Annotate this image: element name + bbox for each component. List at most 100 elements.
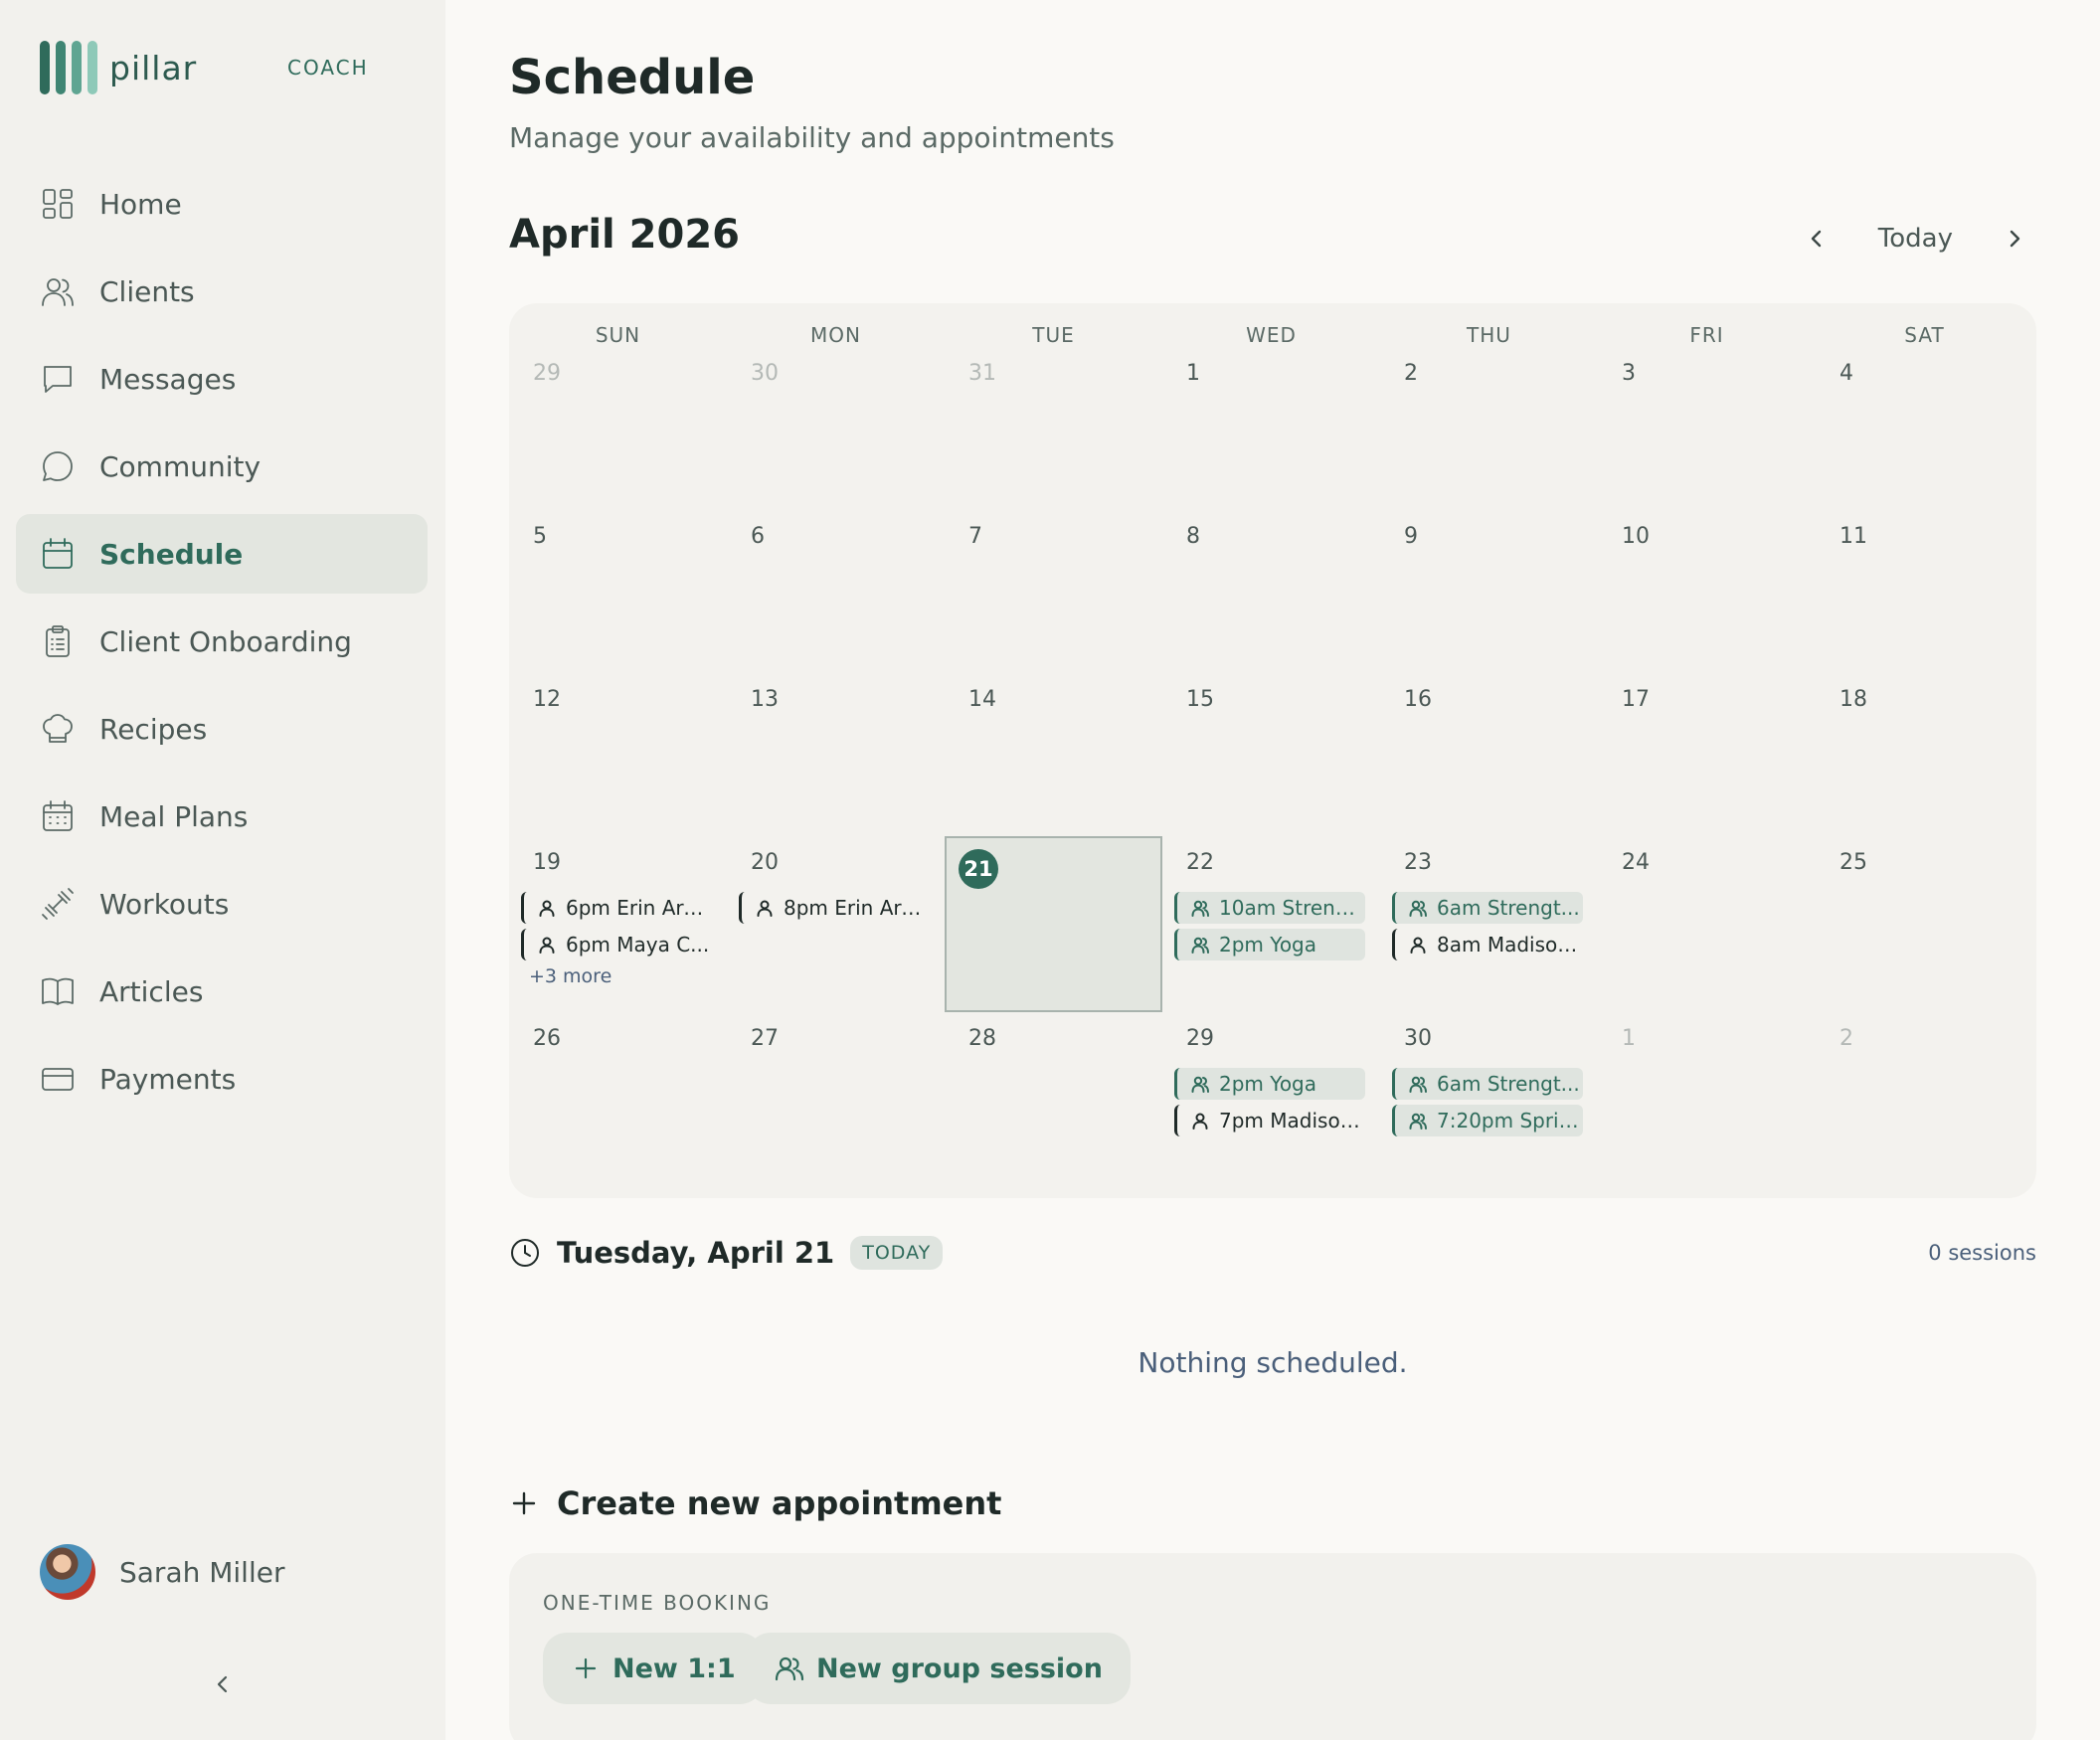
user-icon	[757, 900, 773, 917]
page-title: Schedule	[509, 50, 756, 105]
sidebar-item-payments[interactable]: Payments	[16, 1039, 428, 1119]
calendar-day[interactable]: 24	[1598, 836, 1816, 1012]
calendar-day[interactable]: 22 10am Strengt... 2pm Yoga	[1162, 836, 1380, 1012]
weekday-header: SUN	[595, 323, 641, 347]
day-number: 1	[1622, 1026, 1636, 1051]
more-events-link[interactable]: +3 more	[529, 965, 612, 987]
calendar-day[interactable]: 1	[1598, 1012, 1816, 1171]
sidebar-item-community[interactable]: Community	[16, 427, 428, 506]
user-name: Sarah Miller	[119, 1555, 285, 1589]
calendar-day[interactable]: 29	[509, 347, 727, 510]
day-number: 27	[751, 1026, 779, 1051]
users-icon	[1191, 1076, 1209, 1093]
new-one-on-one-button[interactable]: New 1:1	[543, 1633, 764, 1704]
calendar-day[interactable]: 14	[945, 673, 1162, 836]
one-time-booking-panel: ONE-TIME BOOKING New 1:1 New group sessi…	[509, 1553, 2036, 1740]
calendar-day[interactable]: 30	[727, 347, 945, 510]
calendar-day[interactable]: 2	[1380, 347, 1598, 510]
calendar-day[interactable]: 13	[727, 673, 945, 836]
one-on-one-event[interactable]: 8pm Erin Arn...	[739, 892, 930, 924]
calendar-day[interactable]: 9	[1380, 510, 1598, 673]
day-number: 1	[1186, 361, 1200, 386]
calendar-day[interactable]: 8	[1162, 510, 1380, 673]
calendar-day[interactable]: 29 2pm Yoga 7pm Madison...	[1162, 1012, 1380, 1171]
chevron-left-icon	[1811, 230, 1821, 248]
calendar-navigation: Today	[1795, 217, 2036, 261]
sidebar-item-label: Recipes	[99, 712, 208, 746]
sidebar-item-clients[interactable]: Clients	[16, 252, 428, 331]
group-session-event[interactable]: 2pm Yoga	[1174, 1068, 1365, 1100]
sidebar-item-articles[interactable]: Articles	[16, 952, 428, 1031]
day-number: 30	[1404, 1026, 1432, 1051]
calendar-day[interactable]: 18	[1816, 673, 2033, 836]
weekday-header: FRI	[1689, 323, 1724, 347]
next-month-button[interactable]	[1993, 217, 2036, 261]
event-label: 6pm Erin Arn...	[566, 896, 712, 920]
sidebar-item-label: Payments	[99, 1062, 237, 1096]
calendar-day[interactable]: 17	[1598, 673, 1816, 836]
role-tag: COACH	[287, 56, 369, 80]
calendar-day[interactable]: 19 6pm Erin Arn... 6pm Maya C... +3 more	[509, 836, 727, 1012]
calendar-day[interactable]: 7	[945, 510, 1162, 673]
create-appointment-title: Create new appointment	[557, 1484, 1002, 1522]
calendar-day[interactable]: 20 8pm Erin Arn...	[727, 836, 945, 1012]
sidebar-item-meal-plans[interactable]: Meal Plans	[16, 777, 428, 856]
new-group-session-button[interactable]: New group session	[747, 1633, 1131, 1704]
calendar-day[interactable]: 31	[945, 347, 1162, 510]
user-icon	[1410, 937, 1426, 954]
calendar-icon	[43, 538, 73, 569]
one-on-one-event[interactable]: 7pm Madison...	[1174, 1105, 1365, 1136]
calendar-day[interactable]: 1	[1162, 347, 1380, 510]
calendar-day[interactable]: 28	[945, 1012, 1162, 1171]
collapse-sidebar-button[interactable]	[209, 1666, 237, 1702]
calendar-day[interactable]: 11	[1816, 510, 2033, 673]
sidebar-item-workouts[interactable]: Workouts	[16, 864, 428, 944]
group-session-event[interactable]: 6am Strengt...	[1392, 892, 1583, 924]
calendar-day[interactable]: 27	[727, 1012, 945, 1171]
calendar-day[interactable]: 30 6am Strengt... 7:20pm Sprin...	[1380, 1012, 1598, 1171]
one-on-one-event[interactable]: 8am Madison...	[1392, 929, 1583, 960]
sidebar-item-schedule[interactable]: Schedule	[16, 514, 428, 594]
user-icon	[1192, 1113, 1208, 1130]
sidebar-item-client-onboarding[interactable]: Client Onboarding	[16, 602, 428, 681]
day-number: 7	[968, 524, 982, 549]
group-session-event[interactable]: 10am Strengt...	[1174, 892, 1365, 924]
calendar-day[interactable]: 10	[1598, 510, 1816, 673]
sidebar-item-messages[interactable]: Messages	[16, 339, 428, 419]
calendar-day[interactable]: 6	[727, 510, 945, 673]
month-calendar: SUN MON TUE WED THU FRI SAT 29 30 31 1 2 3 4 5 6 7 8 9 10 11…	[509, 303, 2036, 1198]
new-one-on-one-label: New 1:1	[612, 1653, 736, 1684]
clock-icon	[511, 1239, 539, 1267]
sidebar-item-home[interactable]: Home	[16, 164, 428, 244]
create-appointment-toggle[interactable]: Create new appointment	[509, 1481, 1001, 1525]
day-number: 26	[533, 1026, 561, 1051]
calendar-day[interactable]: 5	[509, 510, 727, 673]
user-profile[interactable]: Sarah Miller	[40, 1544, 284, 1600]
calendar-day[interactable]: 15	[1162, 673, 1380, 836]
plus-icon	[575, 1657, 597, 1679]
sidebar-item-label: Schedule	[99, 537, 244, 571]
prev-month-button[interactable]	[1795, 217, 1838, 261]
group-session-event[interactable]: 2pm Yoga	[1174, 929, 1365, 960]
day-number: 6	[751, 524, 765, 549]
calendar-day[interactable]: 2	[1816, 1012, 2033, 1171]
sidebar-item-recipes[interactable]: Recipes	[16, 689, 428, 769]
calendar-day[interactable]: 4	[1816, 347, 2033, 510]
calendar-day[interactable]: 26	[509, 1012, 727, 1171]
brand-name: pillar	[109, 48, 198, 87]
group-session-event[interactable]: 6am Strengt...	[1392, 1068, 1583, 1100]
calendar-day[interactable]: 25	[1816, 836, 2033, 1012]
calendar-day[interactable]: 16	[1380, 673, 1598, 836]
chevron-left-icon	[217, 1675, 228, 1693]
weekday-header: WED	[1246, 323, 1297, 347]
calendar-day[interactable]: 3	[1598, 347, 1816, 510]
today-button[interactable]: Today	[1878, 224, 1953, 254]
one-on-one-event[interactable]: 6pm Erin Arn...	[521, 892, 712, 924]
group-session-event[interactable]: 7:20pm Sprin...	[1392, 1105, 1583, 1136]
day-number: 10	[1622, 524, 1650, 549]
calendar-day-today[interactable]: 21	[945, 836, 1162, 1012]
one-on-one-event[interactable]: 6pm Maya C...	[521, 929, 712, 960]
calendar-day[interactable]: 23 6am Strengt... 8am Madison...	[1380, 836, 1598, 1012]
calendar-day[interactable]: 12	[509, 673, 727, 836]
brand-logo[interactable]: pillar	[40, 40, 197, 95]
